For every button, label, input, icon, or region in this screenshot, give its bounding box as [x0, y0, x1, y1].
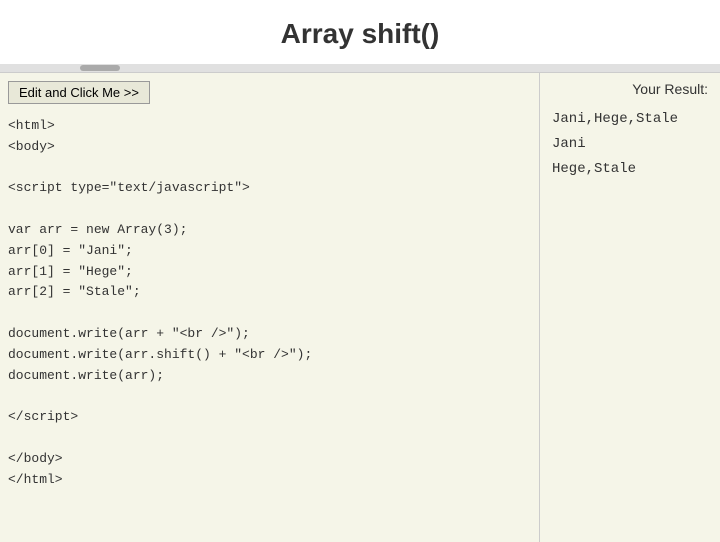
main-content: Edit and Click Me >> Your Result: Jani,H… [0, 72, 720, 542]
page-title: Array shift() [0, 0, 720, 64]
result-line-3: Hege,Stale [552, 157, 708, 182]
left-panel: Edit and Click Me >> [0, 73, 540, 542]
code-editor[interactable] [8, 116, 531, 534]
result-output: Jani,Hege,Stale Jani Hege,Stale [552, 107, 708, 183]
scrollbar-thumb[interactable] [80, 65, 120, 71]
result-line-1: Jani,Hege,Stale [552, 107, 708, 132]
result-label: Your Result: [552, 81, 708, 97]
result-line-2: Jani [552, 132, 708, 157]
edit-click-button[interactable]: Edit and Click Me >> [8, 81, 150, 104]
scrollbar-area [0, 64, 720, 72]
right-panel: Your Result: Jani,Hege,Stale Jani Hege,S… [540, 73, 720, 542]
